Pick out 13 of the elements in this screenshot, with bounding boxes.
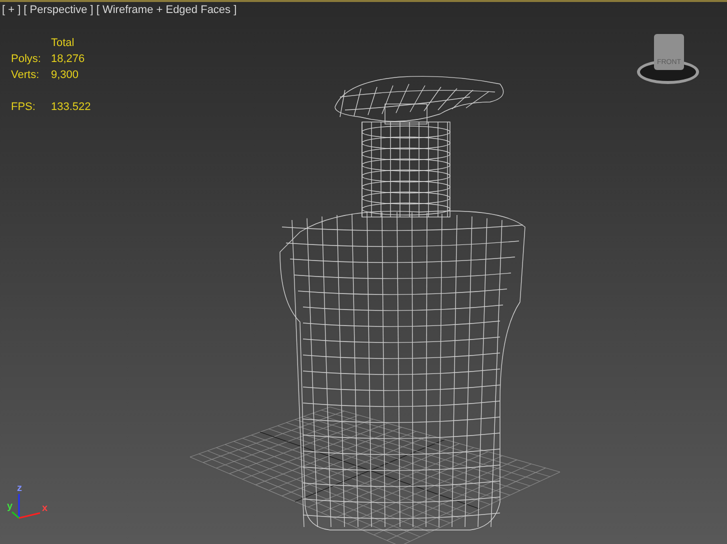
axis-x-label: x bbox=[42, 504, 48, 514]
stat-label: FPS: bbox=[11, 100, 36, 114]
stats-header: Total bbox=[51, 36, 76, 50]
axis-y-label: y bbox=[7, 502, 13, 512]
stat-value: 9,300 bbox=[51, 68, 80, 82]
viewport-menu-label[interactable]: [ + ] bbox=[2, 5, 21, 16]
axis-z-label: z bbox=[17, 484, 22, 494]
stat-label: Polys: bbox=[11, 52, 42, 66]
stat-label: Verts: bbox=[11, 68, 40, 82]
viewport-menu-label[interactable]: [ Perspective ] bbox=[24, 5, 94, 16]
viewport-menu-label[interactable]: [ Wireframe + Edged Faces ] bbox=[96, 5, 237, 16]
stat-value: 18,276 bbox=[51, 52, 86, 66]
stat-value: 133.522 bbox=[51, 100, 91, 114]
